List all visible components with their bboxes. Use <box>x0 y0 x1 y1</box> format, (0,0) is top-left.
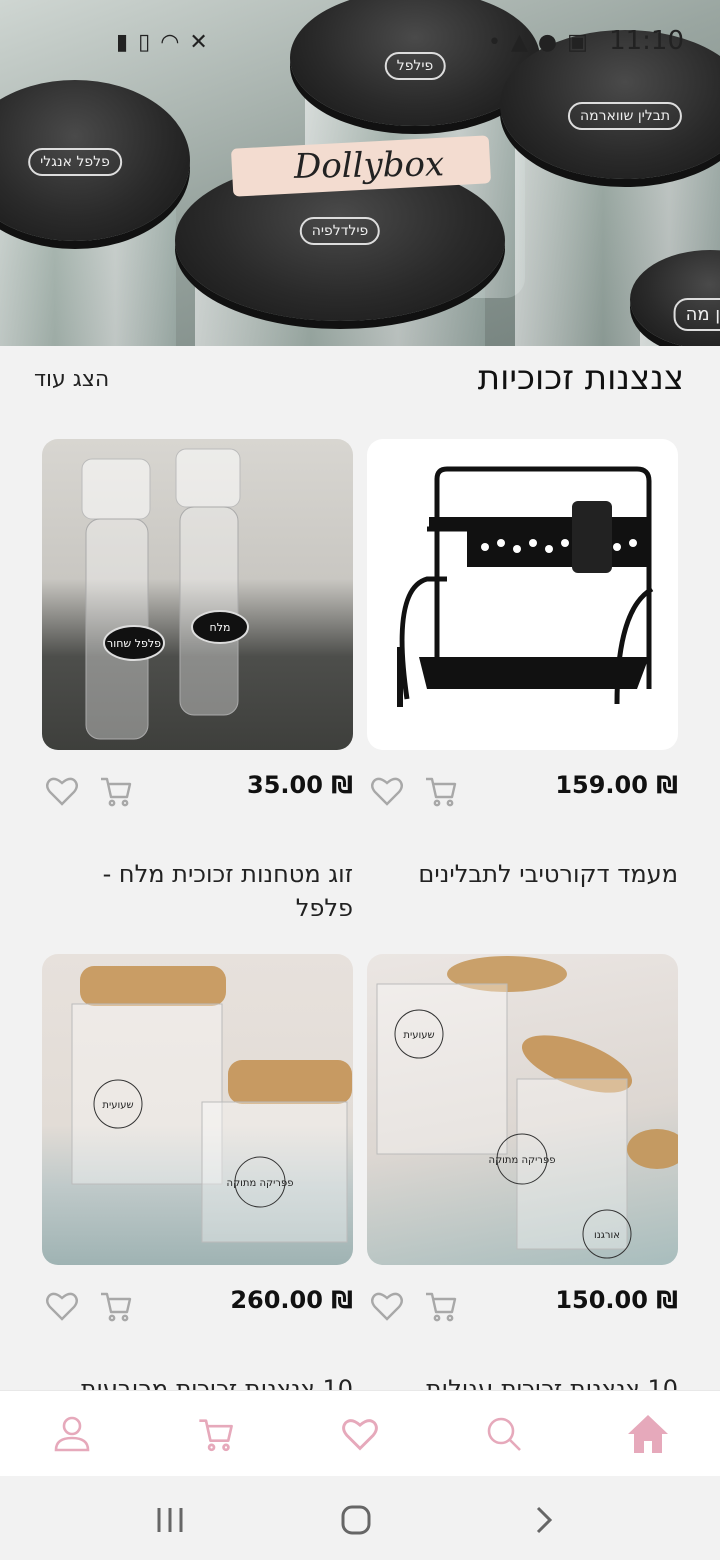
favorite-icon[interactable] <box>44 1288 80 1324</box>
nav-profile-button[interactable] <box>47 1409 97 1459</box>
jar-label: פלפל אנגלי <box>28 147 122 176</box>
jar-label: פפריקה מתוקה <box>227 1178 294 1189</box>
jar-label: אורגנו <box>594 1230 620 1241</box>
jar-label: שעועית <box>102 1100 133 1111</box>
product-image[interactable] <box>367 439 678 750</box>
product-card[interactable]: פלפל שחור מלח 35.00 ₪ זוג מטחנות זכוכית … <box>42 439 353 922</box>
cart-icon <box>199 1419 233 1452</box>
product-price: 260.00 ₪ <box>230 1286 353 1314</box>
nav-cart-button[interactable] <box>191 1409 241 1459</box>
user-icon <box>54 1416 90 1452</box>
home-circle-icon <box>341 1505 371 1535</box>
jar-label: שעועית <box>403 1030 434 1041</box>
recent-apps-icon <box>157 1508 183 1532</box>
jar-label: לין מה <box>673 298 720 331</box>
chevron-right-icon <box>536 1506 553 1534</box>
nav-search-button[interactable] <box>479 1409 529 1459</box>
product-name[interactable]: זוג מטחנות זכוכית מלח - פלפל <box>53 857 353 925</box>
section-title: צנצנות זכוכיות <box>477 358 684 398</box>
home-system-button[interactable] <box>336 1500 376 1540</box>
jar-label: תבלין שווארמה <box>567 102 683 130</box>
product-price: 150.00 ₪ <box>555 1286 678 1314</box>
bottom-nav <box>0 1390 720 1476</box>
alert-icon: ▲ <box>510 30 528 55</box>
system-nav-bar <box>0 1476 720 1560</box>
product-card[interactable]: שעועית פפריקה מתוקה 260.00 ₪ 10 צנצנות ז… <box>42 954 353 1403</box>
status-bar: ▮ ▯ ◠ ✕ • ▲ ● ▣ 11:10 <box>0 20 720 64</box>
product-card[interactable]: 159.00 ₪ מעמד דקורטיבי לתבלינים <box>367 439 678 888</box>
add-to-cart-icon[interactable] <box>423 773 459 809</box>
add-to-cart-icon[interactable] <box>98 1288 134 1324</box>
jar-image: תבלין שווארמה <box>500 30 720 346</box>
show-more-link[interactable]: הצג עוד <box>34 367 109 392</box>
signal-icon: ▯ <box>138 30 151 55</box>
recent-apps-button[interactable] <box>150 1500 190 1540</box>
nav-home-button[interactable] <box>623 1409 673 1459</box>
nav-favorites-button[interactable] <box>335 1409 385 1459</box>
favorite-icon[interactable] <box>44 773 80 809</box>
add-to-cart-icon[interactable] <box>423 1288 459 1324</box>
add-to-cart-icon[interactable] <box>98 773 134 809</box>
product-card[interactable]: שעועית פפריקה מתוקה אורגנו 150.00 ₪ 10 צ… <box>367 954 678 1403</box>
image-icon: ▣ <box>567 30 588 55</box>
product-name[interactable]: מעמד דקורטיבי לתבלינים <box>378 857 678 891</box>
jar-label: פלפל שחור <box>107 637 161 650</box>
sync-icon: • <box>488 30 501 55</box>
home-icon <box>628 1415 668 1453</box>
mute-icon: ✕ <box>189 30 208 55</box>
jar-label: פילדלפיה <box>299 217 381 246</box>
product-price: 35.00 ₪ <box>247 771 353 799</box>
brand-name: Dollybox <box>293 144 445 187</box>
product-image[interactable]: שעועית פפריקה מתוקה אורגנו <box>367 954 678 1265</box>
battery-icon: ▮ <box>116 30 129 55</box>
wifi-icon: ◠ <box>160 30 180 55</box>
product-price: 159.00 ₪ <box>555 771 678 799</box>
heart-icon <box>342 1419 378 1451</box>
back-button[interactable] <box>524 1500 564 1540</box>
jar-image: פלפל אנגלי <box>0 80 190 346</box>
jar-label: מלח <box>210 621 231 634</box>
product-image[interactable]: פלפל שחור מלח <box>42 439 353 750</box>
jar-label: פפריקה מתוקה <box>489 1155 556 1166</box>
search-icon <box>487 1417 521 1451</box>
favorite-icon[interactable] <box>369 773 405 809</box>
status-time: 11:10 <box>609 26 684 56</box>
circle-a-icon: ● <box>537 30 558 55</box>
favorite-icon[interactable] <box>369 1288 405 1324</box>
product-image[interactable]: שעועית פפריקה מתוקה <box>42 954 353 1265</box>
